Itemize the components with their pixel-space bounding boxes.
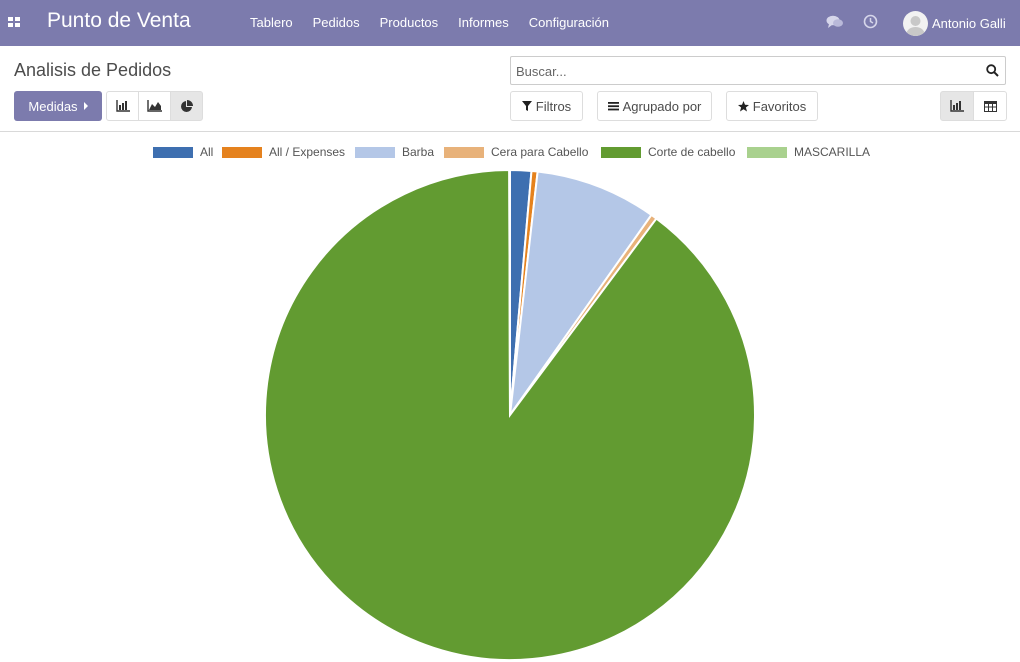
pie-slice-mascarilla[interactable]: [508, 168, 511, 416]
pie-chart: [264, 168, 756, 661]
